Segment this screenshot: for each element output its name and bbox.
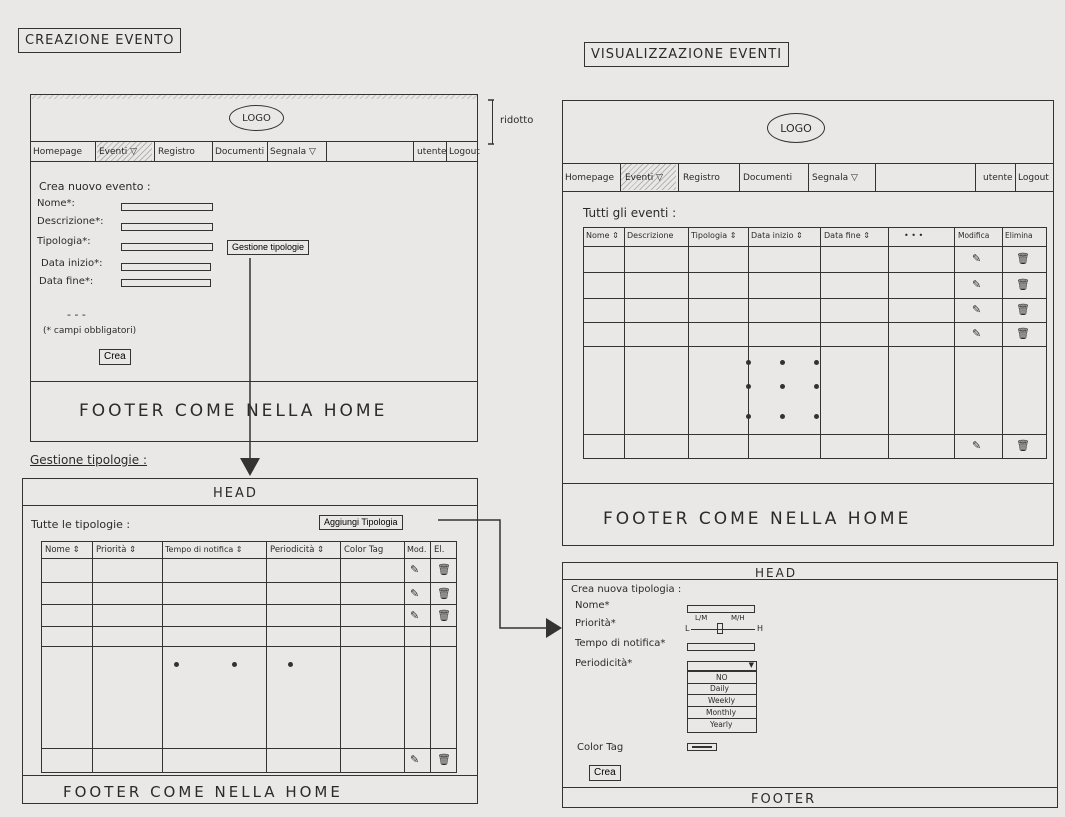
flow-arrows <box>240 99 562 638</box>
